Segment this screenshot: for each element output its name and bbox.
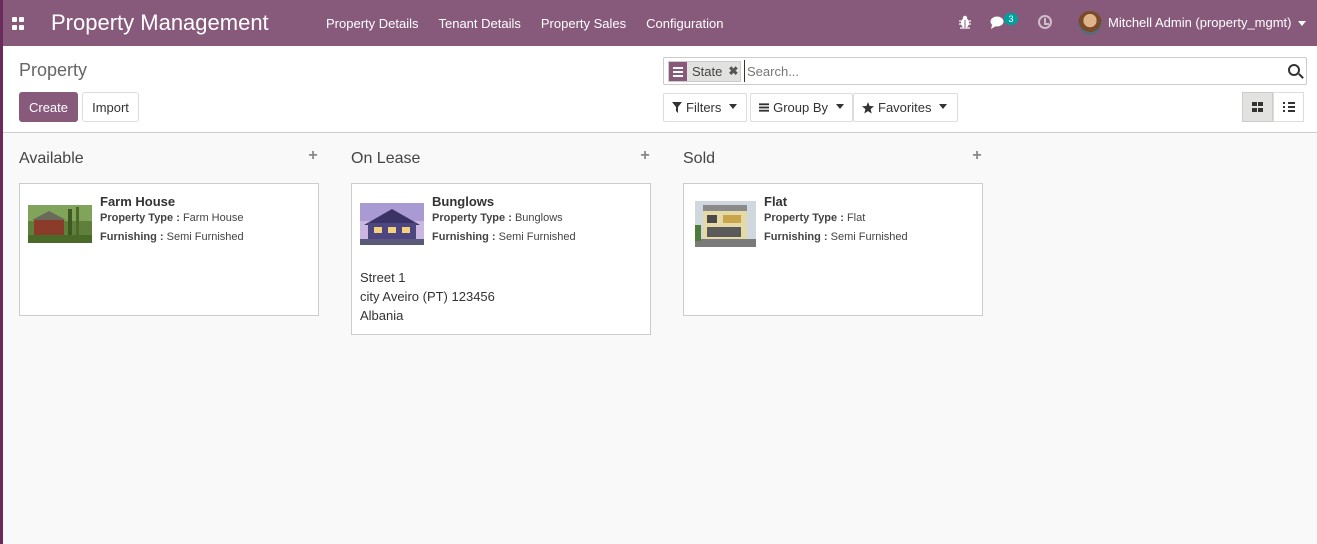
- column-title: On Lease: [351, 150, 421, 167]
- activity-clock-icon[interactable]: [1038, 15, 1052, 29]
- left-edge: [0, 0, 3, 544]
- user-menu-caret-icon[interactable]: [1298, 21, 1306, 26]
- column-title: Sold: [683, 150, 716, 167]
- create-button[interactable]: Create: [19, 92, 78, 122]
- debug-bug-icon[interactable]: [958, 15, 972, 29]
- user-menu-name[interactable]: Mitchell Admin (property_mgmt): [1108, 15, 1292, 30]
- field-label: Furnishing :: [432, 231, 496, 243]
- menu-item-configuration[interactable]: Configuration: [636, 16, 733, 31]
- field-value: Semi Furnished: [166, 231, 244, 243]
- menu-item-property-sales[interactable]: Property Sales: [531, 16, 636, 31]
- field-value: Bunglows: [514, 212, 563, 224]
- field-value: Farm House: [182, 212, 244, 224]
- card-title: Farm House: [100, 194, 176, 209]
- chevron-down-icon: [836, 104, 844, 109]
- facet-remove-icon[interactable]: ✖: [726, 62, 740, 81]
- field-label: Property Type :: [100, 212, 180, 224]
- bars-icon: [759, 103, 770, 112]
- property-type-field: Property Type : Farm House: [100, 212, 243, 224]
- app-brand[interactable]: Property Management: [51, 10, 269, 36]
- kanban-icon: [1252, 102, 1263, 112]
- menu-item-property-details[interactable]: Property Details: [316, 16, 428, 31]
- search-icon[interactable]: [1288, 64, 1300, 76]
- quick-create-plus-icon[interactable]: +: [639, 148, 651, 164]
- furnishing-field: Furnishing : Semi Furnished: [764, 231, 908, 243]
- field-label: Furnishing :: [764, 231, 828, 243]
- chevron-down-icon: [939, 104, 948, 109]
- kanban-view-button[interactable]: [1242, 92, 1273, 122]
- filter-icon: [672, 102, 682, 113]
- star-icon: [862, 101, 874, 113]
- favorites-dropdown[interactable]: Favorites: [853, 93, 958, 122]
- apps-menu-icon[interactable]: [12, 17, 25, 30]
- control-panel: Property Create Import State ✖ Filters G…: [3, 46, 1317, 133]
- field-value: Flat: [846, 212, 866, 224]
- property-image: [360, 203, 424, 245]
- group-by-label: Group By: [773, 100, 828, 115]
- menu-item-tenant-details[interactable]: Tenant Details: [428, 16, 530, 31]
- kanban-card[interactable]: Bunglows Property Type : Bunglows Furnis…: [351, 183, 651, 335]
- search-box: State ✖: [663, 57, 1307, 85]
- field-value: Semi Furnished: [498, 231, 576, 243]
- field-label: Property Type :: [764, 212, 844, 224]
- property-type-field: Property Type : Flat: [764, 212, 865, 224]
- message-count-badge: 3: [1004, 13, 1018, 25]
- furnishing-field: Furnishing : Semi Furnished: [432, 231, 576, 243]
- column-title: Available: [19, 150, 84, 167]
- top-navbar: Property Management Property Details Ten…: [0, 0, 1317, 46]
- facet-label: State: [692, 64, 723, 79]
- property-type-field: Property Type : Bunglows: [432, 212, 563, 224]
- field-value: Semi Furnished: [830, 231, 908, 243]
- list-view-button[interactable]: [1273, 92, 1304, 122]
- filters-dropdown[interactable]: Filters: [663, 93, 747, 122]
- field-label: Furnishing :: [100, 231, 164, 243]
- filters-label: Filters: [686, 100, 722, 115]
- address-country: Albania: [360, 308, 404, 323]
- search-input[interactable]: [744, 60, 1264, 82]
- favorites-label: Favorites: [878, 100, 932, 115]
- field-label: Property Type :: [432, 212, 512, 224]
- furnishing-field: Furnishing : Semi Furnished: [100, 231, 244, 243]
- list-icon: [1282, 102, 1295, 112]
- address-street: Street 1: [360, 270, 406, 285]
- property-image: [28, 205, 92, 243]
- quick-create-plus-icon[interactable]: +: [971, 148, 983, 164]
- breadcrumb: Property: [19, 60, 88, 80]
- user-avatar[interactable]: [1078, 11, 1102, 35]
- import-button[interactable]: Import: [82, 92, 139, 122]
- kanban-card[interactable]: Flat Property Type : Flat Furnishing : S…: [683, 183, 983, 316]
- property-image: [695, 201, 756, 247]
- quick-create-plus-icon[interactable]: +: [307, 148, 319, 164]
- group-by-dropdown[interactable]: Group By: [750, 93, 853, 122]
- main-menu: Property Details Tenant Details Property…: [316, 0, 733, 46]
- search-facet-state: State ✖: [668, 61, 742, 82]
- card-title: Flat: [764, 194, 788, 209]
- kanban-card[interactable]: Farm House Property Type : Farm House Fu…: [19, 183, 319, 316]
- chevron-down-icon: [729, 104, 738, 109]
- group-by-facet-icon: [669, 62, 687, 81]
- address-city: city Aveiro (PT) 123456: [360, 289, 495, 304]
- card-title: Bunglows: [432, 194, 495, 209]
